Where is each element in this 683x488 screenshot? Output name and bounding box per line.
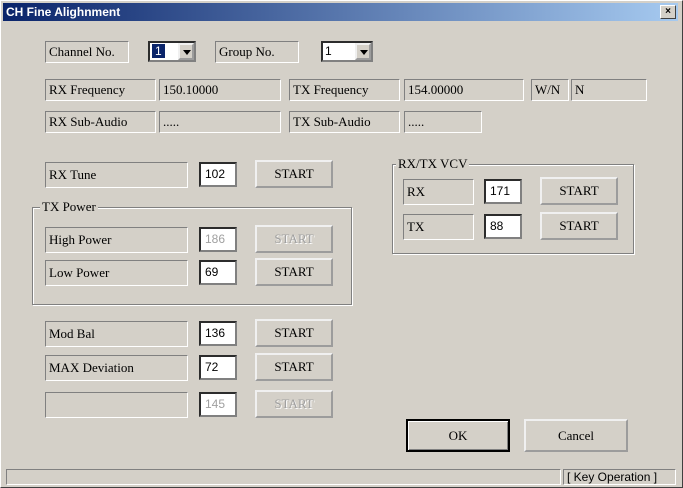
status-pane-main (6, 469, 561, 485)
window-title: CH Fine Alighnment (6, 5, 121, 19)
mod-bal-start-button[interactable]: START (255, 319, 333, 347)
blank-label (45, 392, 188, 418)
tx-power-group-title: TX Power (40, 199, 98, 215)
blank-start-button[interactable]: START (255, 390, 333, 418)
max-deviation-input[interactable]: 72 (199, 355, 237, 380)
high-power-start-button[interactable]: START (255, 225, 333, 253)
max-deviation-label: MAX Deviation (45, 355, 188, 381)
rx-frequency-value: 150.10000 (159, 79, 281, 101)
rxtx-vcv-group-title: RX/TX VCV (396, 156, 470, 172)
tx-power-group (32, 207, 352, 305)
vcv-rx-input[interactable]: 171 (484, 179, 522, 204)
high-power-label: High Power (45, 227, 188, 253)
tx-frequency-label: TX Frequency (289, 79, 400, 101)
blank-input[interactable]: 145 (199, 392, 237, 417)
ok-button[interactable]: OK (406, 419, 510, 452)
rx-frequency-label: RX Frequency (45, 79, 156, 101)
channel-select[interactable]: 1 (148, 41, 196, 62)
vcv-rx-label: RX (403, 179, 474, 205)
dialog-window: CH Fine Alighnment × Channel No. 1 Group… (0, 0, 683, 488)
channel-value: 1 (152, 44, 165, 58)
rx-tune-label: RX Tune (45, 162, 188, 188)
vcv-tx-start-button[interactable]: START (540, 212, 618, 240)
cancel-button[interactable]: Cancel (524, 419, 628, 452)
mod-bal-label: Mod Bal (45, 321, 188, 347)
rx-subaudio-label: RX Sub-Audio (45, 111, 156, 133)
wn-label: W/N (531, 79, 569, 101)
close-button[interactable]: × (660, 5, 676, 19)
chevron-down-icon[interactable] (178, 43, 194, 60)
channel-label: Channel No. (45, 41, 129, 63)
chevron-down-icon[interactable] (355, 43, 371, 60)
low-power-input[interactable]: 69 (199, 260, 237, 285)
title-bar[interactable]: CH Fine Alighnment × (3, 3, 678, 21)
low-power-label: Low Power (45, 260, 188, 286)
vcv-tx-label: TX (403, 214, 474, 240)
status-bar: [ Key Operation ] (6, 469, 676, 485)
rx-tune-start-button[interactable]: START (255, 160, 333, 188)
rx-tune-input[interactable]: 102 (199, 162, 237, 187)
rx-subaudio-value: ..... (159, 111, 281, 133)
group-value: 1 (325, 44, 332, 58)
status-key-operation: [ Key Operation ] (563, 469, 676, 485)
tx-subaudio-value: ..... (404, 111, 482, 133)
group-label: Group No. (215, 41, 299, 63)
tx-frequency-value: 154.00000 (404, 79, 524, 101)
group-select[interactable]: 1 (321, 41, 373, 62)
mod-bal-input[interactable]: 136 (199, 321, 237, 346)
high-power-input[interactable]: 186 (199, 227, 237, 252)
max-deviation-start-button[interactable]: START (255, 353, 333, 381)
vcv-rx-start-button[interactable]: START (540, 177, 618, 205)
vcv-tx-input[interactable]: 88 (484, 214, 522, 239)
wn-value: N (571, 79, 647, 101)
low-power-start-button[interactable]: START (255, 258, 333, 286)
tx-subaudio-label: TX Sub-Audio (289, 111, 400, 133)
